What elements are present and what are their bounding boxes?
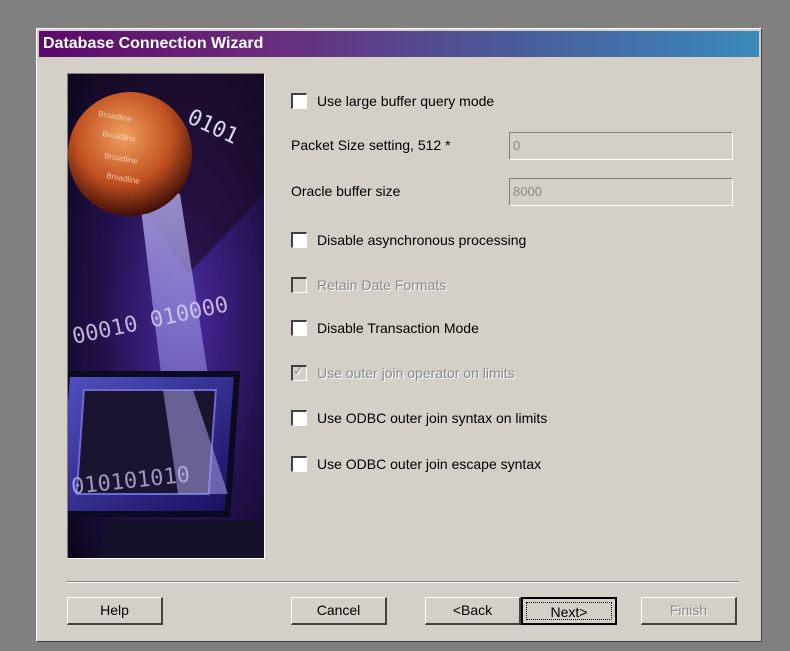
oracle-buffer-input[interactable]: 8000 (509, 178, 733, 206)
checkbox-disable-async[interactable]: Disable asynchronous processing (291, 229, 526, 251)
help-button[interactable]: Help (67, 597, 163, 625)
back-button-label: <Back (452, 602, 493, 618)
window-title: Database Connection Wizard (43, 35, 264, 52)
finish-button: Finish (641, 597, 737, 625)
button-divider (67, 581, 739, 583)
checkbox-disable-txn[interactable]: Disable Transaction Mode (291, 317, 479, 339)
disable-async-label: Disable asynchronous processing (317, 232, 527, 248)
packet-size-label: Packet Size setting, 512 * (291, 137, 451, 153)
oracle-buffer-label: Oracle buffer size (291, 183, 401, 199)
checkmark-icon: ✓ (293, 364, 304, 379)
checkbox-odbc-escape[interactable]: Use ODBC outer join escape syntax (291, 453, 541, 475)
odbc-escape-label: Use ODBC outer join escape syntax (317, 456, 542, 472)
checkbox-large-buffer[interactable]: Use large buffer query mode (291, 90, 494, 112)
database-illustration: Broadline Broadline Broadline Broadline … (68, 74, 264, 558)
cancel-button-label: Cancel (316, 602, 361, 618)
disable-txn-label: Disable Transaction Mode (317, 320, 479, 336)
large-buffer-checkbox[interactable] (291, 93, 307, 109)
next-button-label: Next> (526, 602, 612, 620)
retain-date-label: Retain Date Formats (317, 277, 447, 293)
disable-async-checkbox[interactable] (291, 232, 307, 248)
finish-button-label: Finish (669, 602, 708, 618)
odbc-outer-join-label: Use ODBC outer join syntax on limits (317, 410, 548, 426)
title-bar[interactable]: Database Connection Wizard (39, 31, 759, 57)
outer-join-op-checkbox: ✓ (291, 364, 307, 381)
large-buffer-label: Use large buffer query mode (317, 93, 495, 109)
checkbox-odbc-outer-join[interactable]: Use ODBC outer join syntax on limits (291, 407, 547, 429)
checkbox-outer-join-op: ✓ Use outer join operator on limits (291, 362, 515, 384)
back-button[interactable]: <Back (425, 597, 521, 625)
help-button-label: Help (100, 602, 129, 618)
odbc-outer-join-checkbox[interactable] (291, 410, 307, 426)
packet-size-input[interactable]: 0 (509, 132, 733, 160)
next-button[interactable]: Next> (521, 597, 617, 625)
retain-date-checkbox (291, 277, 307, 293)
outer-join-op-label: Use outer join operator on limits (317, 365, 515, 381)
checkbox-retain-date: Retain Date Formats (291, 274, 446, 296)
disable-txn-checkbox[interactable] (291, 320, 307, 336)
wizard-window: Database Connection Wizard Broadline Bro… (36, 28, 762, 642)
wizard-side-image: Broadline Broadline Broadline Broadline … (67, 73, 265, 559)
cancel-button[interactable]: Cancel (291, 597, 387, 625)
odbc-escape-checkbox[interactable] (291, 456, 307, 472)
